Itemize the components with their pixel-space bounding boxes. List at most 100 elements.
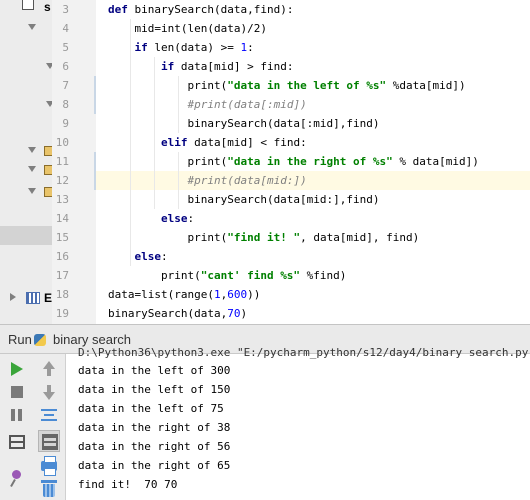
line-number[interactable]: 13 — [52, 190, 69, 209]
project-tree: s E — [0, 0, 52, 324]
scroll-down-button[interactable] — [38, 381, 60, 403]
line-number[interactable]: 14 — [52, 209, 69, 228]
line-number[interactable]: 6 — [52, 57, 69, 76]
tree-row-selected[interactable] — [0, 226, 52, 245]
stop-button[interactable] — [6, 381, 28, 403]
rerun-button[interactable] — [6, 358, 28, 380]
code-token: : — [187, 212, 195, 225]
code-line[interactable]: print("find it! ", data[mid], find) — [96, 228, 530, 247]
code-line[interactable]: mid=int(len(data)/2) — [96, 19, 530, 38]
console-output-line[interactable]: find it! 70 70 — [78, 475, 177, 494]
tree-row-expander[interactable] — [0, 57, 52, 76]
code-token: "find it! " — [227, 231, 301, 244]
line-number[interactable]: 19 — [52, 304, 69, 323]
line-number[interactable]: 4 — [52, 19, 69, 38]
code-token: data[mid] > find: — [180, 60, 294, 73]
code-line[interactable]: elif data[mid] < find: — [96, 133, 530, 152]
code-line[interactable]: binarySearch(data[:mid],find) — [96, 114, 530, 133]
code-token: , data[mid], find) — [300, 231, 420, 244]
console-output-line[interactable]: data in the left of 300 — [78, 361, 230, 380]
indent-guide — [178, 152, 179, 209]
soft-wrap-button[interactable] — [38, 404, 60, 426]
code-token: binarySearch(data[mid:],find) — [108, 193, 380, 206]
tree-row-label: s — [44, 0, 51, 14]
restore-layout-button[interactable] — [6, 431, 28, 453]
clear-all-button[interactable] — [38, 478, 60, 500]
code-line[interactable]: else: — [96, 209, 530, 228]
pause-button[interactable] — [6, 404, 28, 426]
console-output-line[interactable]: data in the right of 65 — [78, 456, 230, 475]
code-token: "cant' find %s" — [200, 269, 301, 282]
code-line[interactable]: if len(data) >= 1: — [96, 38, 530, 57]
line-number[interactable]: 5 — [52, 38, 69, 57]
code-line[interactable]: print("data in the left of %s" %data[mid… — [96, 76, 530, 95]
line-number[interactable]: 9 — [52, 114, 69, 133]
tree-row-folder[interactable] — [0, 142, 52, 161]
soft-wrap-icon — [41, 409, 57, 421]
line-number[interactable]: 7 — [52, 76, 69, 95]
code-line[interactable]: def binarySearch(data,find): — [96, 0, 530, 19]
code-line[interactable]: #print(data[:mid]) — [96, 95, 530, 114]
chevron-down-icon[interactable] — [28, 147, 36, 153]
line-number[interactable]: 10 — [52, 133, 69, 152]
trash-icon — [41, 480, 57, 497]
code-token: binarySearch(data, — [108, 307, 228, 320]
run-toolbar — [0, 354, 66, 500]
code-token: binarySearch(data,find): — [134, 3, 294, 16]
line-number[interactable]: 16 — [52, 247, 69, 266]
code-token: ) — [240, 307, 248, 320]
code-token: #print(data[mid:]) — [187, 174, 307, 187]
code-line[interactable]: else: — [96, 247, 530, 266]
chevron-down-icon[interactable] — [28, 24, 36, 30]
code-token: print( — [108, 231, 228, 244]
code-line[interactable]: if data[mid] > find: — [96, 57, 530, 76]
folder-icon — [44, 165, 52, 175]
console-output-line[interactable]: data in the right of 56 — [78, 437, 230, 456]
console-output-line[interactable]: data in the left of 150 — [78, 380, 230, 399]
tree-row-expander[interactable] — [0, 95, 52, 114]
stop-icon — [11, 386, 23, 398]
console-command-line[interactable]: D:\Python36\python3.exe "E:/pycharm_pyth… — [78, 343, 530, 362]
scroll-to-end-button[interactable] — [38, 430, 60, 452]
line-number[interactable]: 18 — [52, 285, 69, 304]
code-line[interactable]: data=list(range(1,600)) — [96, 285, 530, 304]
line-number[interactable]: 3 — [52, 0, 69, 19]
code-token: 70 — [227, 307, 241, 320]
code-line[interactable]: print("cant' find %s" %find) — [96, 266, 530, 285]
line-number[interactable]: 15 — [52, 228, 69, 247]
console-output-line[interactable]: data in the left of 75 — [78, 399, 224, 418]
code-token: % data[mid]) — [392, 155, 479, 168]
tree-row-external-libraries[interactable]: E — [0, 289, 52, 308]
run-tab-label[interactable]: Run — [8, 332, 32, 347]
print-icon — [41, 456, 57, 476]
tree-row-folder[interactable] — [0, 161, 52, 180]
code-line[interactable]: binarySearch(data,70) — [96, 304, 530, 323]
code-line[interactable]: binarySearch(data[mid:],find) — [96, 190, 530, 209]
code-line[interactable]: print("data in the right of %s" % data[m… — [96, 152, 530, 171]
pin-icon — [12, 470, 21, 479]
console-output-line[interactable]: data in the right of 38 — [78, 418, 230, 437]
code-token: elif — [160, 136, 195, 149]
tree-row-project[interactable]: s — [0, 0, 52, 19]
tree-row-folder[interactable] — [0, 183, 52, 202]
line-number[interactable]: 8 — [52, 95, 69, 114]
scroll-up-button[interactable] — [38, 358, 60, 380]
code-line[interactable]: #print(data[mid:]) — [96, 171, 530, 190]
pin-tab-button[interactable] — [6, 467, 28, 489]
chevron-right-icon[interactable] — [10, 293, 16, 301]
code-token: %find) — [300, 269, 347, 282]
print-button[interactable] — [38, 455, 60, 477]
line-number[interactable]: 12 — [52, 171, 69, 190]
chevron-down-icon[interactable] — [28, 166, 36, 172]
code-token: %data[mid]) — [386, 79, 466, 92]
line-number[interactable]: 11 — [52, 152, 69, 171]
code-token: def — [108, 3, 135, 16]
line-number[interactable]: 17 — [52, 266, 69, 285]
arrow-up-icon — [43, 361, 55, 376]
code-token: len(data) >= — [154, 41, 241, 54]
layout-icon — [9, 435, 25, 449]
tree-row-expander[interactable] — [0, 19, 52, 38]
chevron-down-icon[interactable] — [28, 188, 36, 194]
